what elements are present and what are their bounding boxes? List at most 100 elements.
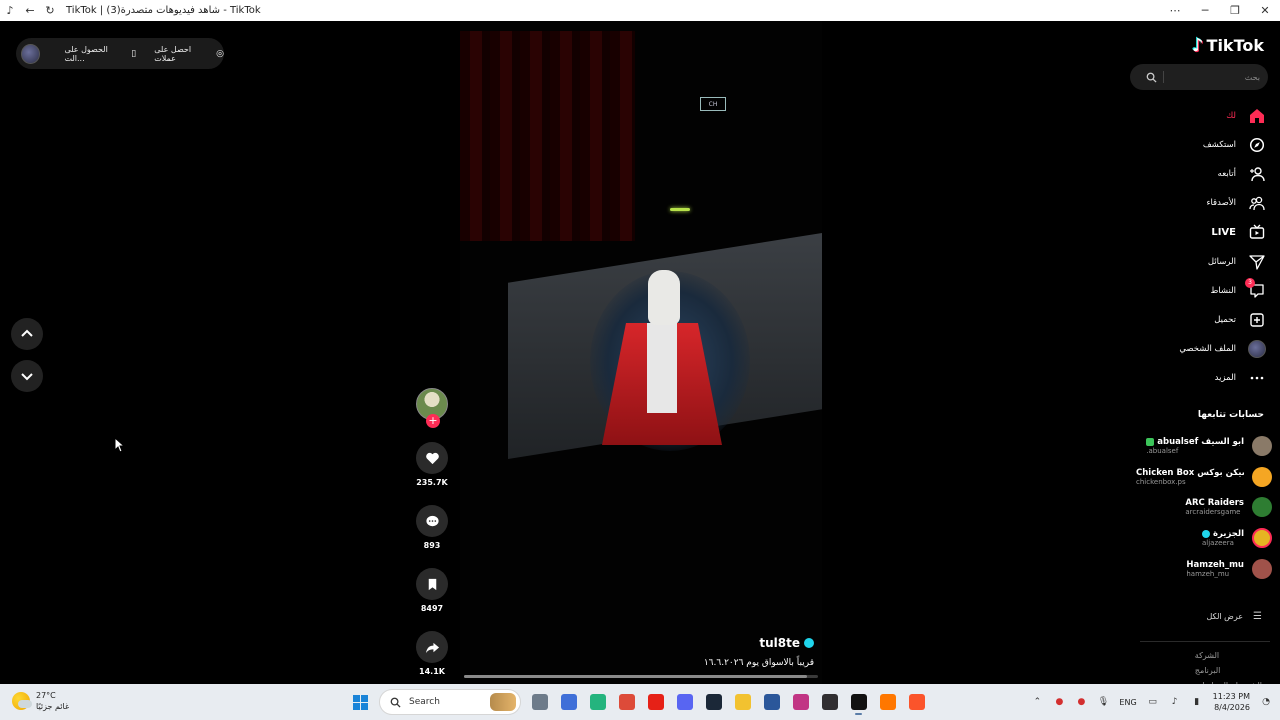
- see-all-link[interactable]: ☰ عرض الكل: [1206, 611, 1262, 622]
- video-person-head: [648, 270, 680, 325]
- menu-item-messages[interactable]: الرسائل: [1136, 247, 1266, 276]
- sidebar-divider: [1140, 641, 1270, 642]
- taskbar-app-green-button[interactable]: [585, 688, 610, 716]
- network-icon[interactable]: ▭: [1147, 696, 1159, 708]
- tray-app-red-icon[interactable]: ●: [1053, 696, 1065, 708]
- notification-bell-icon[interactable]: ◔: [1260, 696, 1272, 708]
- tray-chevron-up-icon[interactable]: ⌃: [1031, 696, 1043, 708]
- taskbar-discord-button[interactable]: [672, 688, 697, 716]
- close-window-button[interactable]: ✕: [1250, 0, 1280, 21]
- following-item[interactable]: Hamzeh_mu hamzeh_mu: [1132, 553, 1272, 584]
- search-highlight-image: [490, 693, 516, 711]
- file-explorer-grey-icon: [531, 694, 548, 710]
- user-avatar[interactable]: [21, 43, 41, 64]
- taskbar-apps: Search: [348, 688, 929, 716]
- home-icon: [1250, 108, 1264, 123]
- get-app-button[interactable]: الحصول على الت... ▯: [64, 45, 136, 63]
- taskbar-search[interactable]: Search: [379, 689, 521, 715]
- menu-item-live[interactable]: LIVE: [1136, 218, 1266, 247]
- phone-icon: ▯: [131, 48, 137, 59]
- taskbar-youtube-button[interactable]: [643, 688, 668, 716]
- video-author-name: tul8te: [759, 636, 800, 650]
- menu-label-for-you: لك: [1226, 110, 1236, 121]
- taskbar-clock[interactable]: 11:23 PM 8/4/2026: [1213, 691, 1250, 713]
- menu-item-following[interactable]: أتابعه: [1136, 159, 1266, 188]
- system-tray: ⌃ ● ● 🎙 ENG ▭ ♪ ▮ 11:23 PM 8/4/2026 ◔: [1031, 688, 1272, 716]
- back-arrow-icon[interactable]: ←: [20, 0, 40, 21]
- logo-text: TikTok: [1206, 36, 1264, 55]
- menu-item-activity[interactable]: 3 النشاط: [1136, 276, 1266, 305]
- following-item[interactable]: الجزيرة aljazeera: [1132, 523, 1272, 554]
- app-green-icon: [589, 694, 606, 710]
- taskbar-search-icon: [390, 697, 401, 708]
- folder-icon: [734, 694, 751, 710]
- taskbar-chrome-button[interactable]: [614, 688, 639, 716]
- tiktok-icon: [850, 694, 867, 710]
- taskbar-soundcloud-button[interactable]: [875, 688, 900, 716]
- video-author-link[interactable]: tul8te: [460, 636, 814, 650]
- tiktok-favicon-icon: ♪: [6, 4, 14, 17]
- video-progress-bar[interactable]: [464, 675, 818, 678]
- search-input[interactable]: [1170, 72, 1260, 82]
- taskbar-obs-like-button[interactable]: [817, 688, 842, 716]
- following-section-title: حسابات تتابعها: [1197, 410, 1264, 420]
- save-button[interactable]: [416, 568, 448, 600]
- taskbar-file-explorer-grey-button[interactable]: [527, 688, 552, 716]
- taskbar-steam-button[interactable]: [701, 688, 726, 716]
- video-caption: tul8te قريباً بالاسواق يوم ١٦.٦.٢٠٢٦: [460, 636, 814, 668]
- language-indicator[interactable]: ENG: [1119, 698, 1136, 707]
- menu-label-following: أتابعه: [1217, 168, 1236, 179]
- taskbar-instagram-button[interactable]: [788, 688, 813, 716]
- top-left-pill: الحصول على الت... ▯ احصل على عملات ◎: [16, 38, 224, 69]
- mouse-cursor-icon: [114, 437, 124, 453]
- search-box[interactable]: [1130, 64, 1268, 90]
- menu-item-more[interactable]: المزيد: [1136, 364, 1266, 393]
- creator-avatar[interactable]: +: [416, 388, 448, 428]
- tiktok-logo[interactable]: ♪ TikTok: [1192, 35, 1264, 56]
- menu-item-friends[interactable]: الأصدقاء: [1136, 189, 1266, 218]
- share-button[interactable]: [416, 631, 448, 663]
- start-button[interactable]: [348, 688, 373, 716]
- taskbar-store-button[interactable]: [556, 688, 581, 716]
- like-button[interactable]: [416, 442, 448, 474]
- video-player[interactable]: CH tul8te قريباً بالاسواق يوم ١٦.٦.٢٠٢٦: [460, 21, 822, 684]
- taskbar-word-like-button[interactable]: [759, 688, 784, 716]
- previous-video-button[interactable]: [11, 318, 43, 350]
- steam-icon: [705, 694, 722, 710]
- get-coins-button[interactable]: احصل على عملات ◎: [154, 45, 224, 63]
- battery-icon[interactable]: ▮: [1191, 696, 1203, 708]
- restore-button[interactable]: ❐: [1220, 0, 1250, 21]
- tray-app-red2-icon[interactable]: ●: [1075, 696, 1087, 708]
- next-video-button[interactable]: [11, 360, 43, 392]
- weather-widget[interactable]: 27°C غائم جزئيًا: [12, 690, 69, 712]
- taskbar-tiktok-button[interactable]: [846, 688, 871, 716]
- following-name: Hamzeh_mu: [1186, 559, 1244, 570]
- search-icon[interactable]: [1146, 72, 1157, 83]
- menu-item-for-you[interactable]: لك: [1136, 101, 1266, 130]
- minimize-button[interactable]: ─: [1190, 0, 1220, 21]
- taskbar-brave-button[interactable]: [904, 688, 929, 716]
- menu-label-more: المزيد: [1214, 373, 1236, 384]
- footer-link-company[interactable]: الشركة: [1195, 651, 1219, 660]
- volume-icon[interactable]: ♪: [1169, 696, 1181, 708]
- menu-item-upload[interactable]: تحميل: [1136, 305, 1266, 334]
- following-name-wrap: ابو السيف abualsef: [1146, 437, 1244, 447]
- upload-icon: [1250, 313, 1264, 327]
- taskbar-folder-button[interactable]: [730, 688, 755, 716]
- following-handle: chickenbox.ps: [1136, 477, 1186, 486]
- following-item[interactable]: ابو السيف abualsef abualsef.: [1132, 431, 1272, 462]
- browser-menu-icon[interactable]: ⋯: [1160, 0, 1190, 21]
- footer-link-program[interactable]: البرنامج: [1195, 666, 1221, 675]
- follow-button[interactable]: +: [426, 414, 440, 428]
- word-like-icon: [763, 694, 780, 710]
- video-description: قريباً بالاسواق يوم ١٦.٦.٢٠٢٦: [703, 658, 814, 668]
- get-coins-label: احصل على عملات: [154, 44, 192, 63]
- following-item[interactable]: تشيكن بوكس Chicken Box chickenbox.ps: [1132, 462, 1272, 493]
- menu-item-explore[interactable]: استكشف: [1136, 130, 1266, 159]
- windows-taskbar: 27°C غائم جزئيًا Search ⌃ ● ● 🎙 ENG ▭ ♪ …: [0, 684, 1280, 720]
- reload-icon[interactable]: ↻: [40, 0, 60, 21]
- microphone-icon[interactable]: 🎙: [1097, 696, 1109, 708]
- following-item[interactable]: ARC Raiders arcraidersgame: [1132, 492, 1272, 523]
- menu-item-profile[interactable]: الملف الشخصي: [1136, 335, 1266, 364]
- comment-button[interactable]: [416, 505, 448, 537]
